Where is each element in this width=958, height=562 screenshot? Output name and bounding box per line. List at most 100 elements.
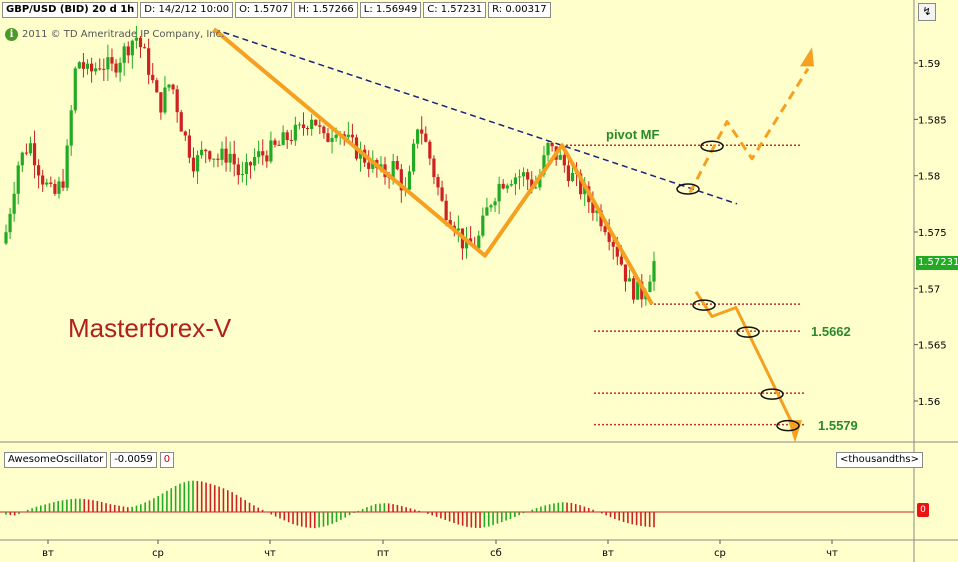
high-field: H: 1.57266 xyxy=(294,2,358,18)
candle-body xyxy=(8,213,12,233)
candle-body xyxy=(497,183,501,202)
candle-body xyxy=(175,89,179,113)
time-axis-label: чт xyxy=(826,548,838,559)
candle-body xyxy=(171,84,175,90)
candle-body xyxy=(94,68,98,72)
candle-body xyxy=(81,62,86,69)
candle-body xyxy=(159,92,163,113)
time-axis-label: чт xyxy=(264,548,276,559)
symbol-label[interactable]: GBP/USD (BID) 20 d 1h xyxy=(2,2,139,18)
candle-body xyxy=(326,133,330,142)
candle-body xyxy=(163,87,167,113)
candle-body xyxy=(444,200,448,221)
candle-body xyxy=(627,278,632,282)
candle-body xyxy=(489,205,493,208)
candle-body xyxy=(322,126,326,134)
candle-body xyxy=(391,161,395,178)
candle-body xyxy=(305,128,310,130)
candle-body xyxy=(244,162,249,175)
candle-body xyxy=(346,134,350,138)
open-field: O: 1.5707 xyxy=(235,2,293,18)
candle-body xyxy=(367,162,371,169)
candle-body xyxy=(4,232,8,244)
candle-body xyxy=(220,148,224,160)
candle-body xyxy=(521,172,526,177)
candle-body xyxy=(126,46,130,56)
candle-body xyxy=(216,158,220,160)
candle-body xyxy=(493,201,497,206)
price-axis: 1.59 1.585 1.58 1.575 1.57 1.565 1.56 xyxy=(914,59,947,408)
candle-body xyxy=(652,261,656,282)
candle-body xyxy=(248,162,253,166)
candle-body xyxy=(130,40,134,56)
candle-body xyxy=(49,182,53,184)
time-axis-label: сб xyxy=(490,548,502,559)
candle-body xyxy=(73,68,77,111)
candle-body xyxy=(570,172,575,182)
candle-body xyxy=(485,207,489,216)
time-axis-label: ср xyxy=(152,548,164,559)
candle-body xyxy=(546,142,550,156)
candle-body xyxy=(428,141,432,159)
candle-body xyxy=(517,176,522,178)
candle-body xyxy=(110,57,114,64)
candle-body xyxy=(228,153,232,163)
info-icon[interactable]: i xyxy=(5,27,18,41)
close-field: C: 1.57231 xyxy=(423,2,487,18)
candle-body xyxy=(195,155,200,172)
time-axis-label: пт xyxy=(377,548,390,559)
candle-body xyxy=(526,172,530,180)
candle-body xyxy=(416,129,420,144)
price-axis-label: 1.59 xyxy=(918,59,940,70)
candle-body xyxy=(513,177,518,185)
candle-body xyxy=(232,153,236,165)
level-2-label: 1.5579 xyxy=(818,418,858,433)
candle-body xyxy=(297,124,302,126)
candle-body xyxy=(85,63,90,69)
date-field: D: 14/2/12 10:00 xyxy=(140,2,234,18)
candle-body xyxy=(411,143,416,172)
awesome-oscillator-series xyxy=(0,480,914,529)
time-axis: вт ср чт пт сб вт ср чт xyxy=(42,540,838,559)
oscillator-zero-tag: 0 xyxy=(917,503,929,517)
candle-body xyxy=(16,165,20,194)
candle-body xyxy=(200,149,204,156)
candle-body xyxy=(151,74,155,81)
candle-body xyxy=(28,143,33,154)
candle-body xyxy=(623,264,628,282)
candle-body xyxy=(20,152,24,166)
candle-body xyxy=(310,119,314,129)
candle-body xyxy=(350,134,355,138)
candle-body xyxy=(566,165,571,182)
candle-body xyxy=(122,46,126,63)
candle-body xyxy=(619,256,623,265)
candle-body xyxy=(191,157,196,172)
oscillator-unit: <thousandths> xyxy=(836,452,923,468)
candle-body xyxy=(24,152,28,154)
candle-body xyxy=(314,119,318,126)
candle-body xyxy=(432,158,436,178)
candle-body xyxy=(204,149,208,152)
price-axis-label: 1.58 xyxy=(918,172,940,183)
candle-body xyxy=(632,278,636,300)
candle-body xyxy=(395,161,399,170)
oscillator-name[interactable]: AwesomeOscillator xyxy=(4,452,108,468)
price-axis-label: 1.56 xyxy=(918,397,940,408)
oscillator-param: 0 xyxy=(159,452,175,468)
candle-body xyxy=(424,133,428,142)
candle-body xyxy=(265,155,269,162)
ohlc-info-bar: GBP/USD (BID) 20 d 1h D: 14/2/12 10:00 O… xyxy=(2,2,551,18)
candle-body xyxy=(187,135,191,158)
candle-body xyxy=(436,177,440,188)
price-axis-label: 1.585 xyxy=(918,115,947,126)
candle-body xyxy=(648,281,652,292)
time-axis-label: ср xyxy=(714,548,726,559)
candle-body xyxy=(550,142,554,147)
candle-body xyxy=(155,80,159,93)
candle-body xyxy=(102,68,106,70)
chart-tool-icon[interactable]: ↯ xyxy=(918,3,936,21)
candle-body xyxy=(114,63,118,73)
candle-body xyxy=(477,235,481,249)
candle-body xyxy=(281,132,285,145)
candle-body xyxy=(77,62,81,69)
